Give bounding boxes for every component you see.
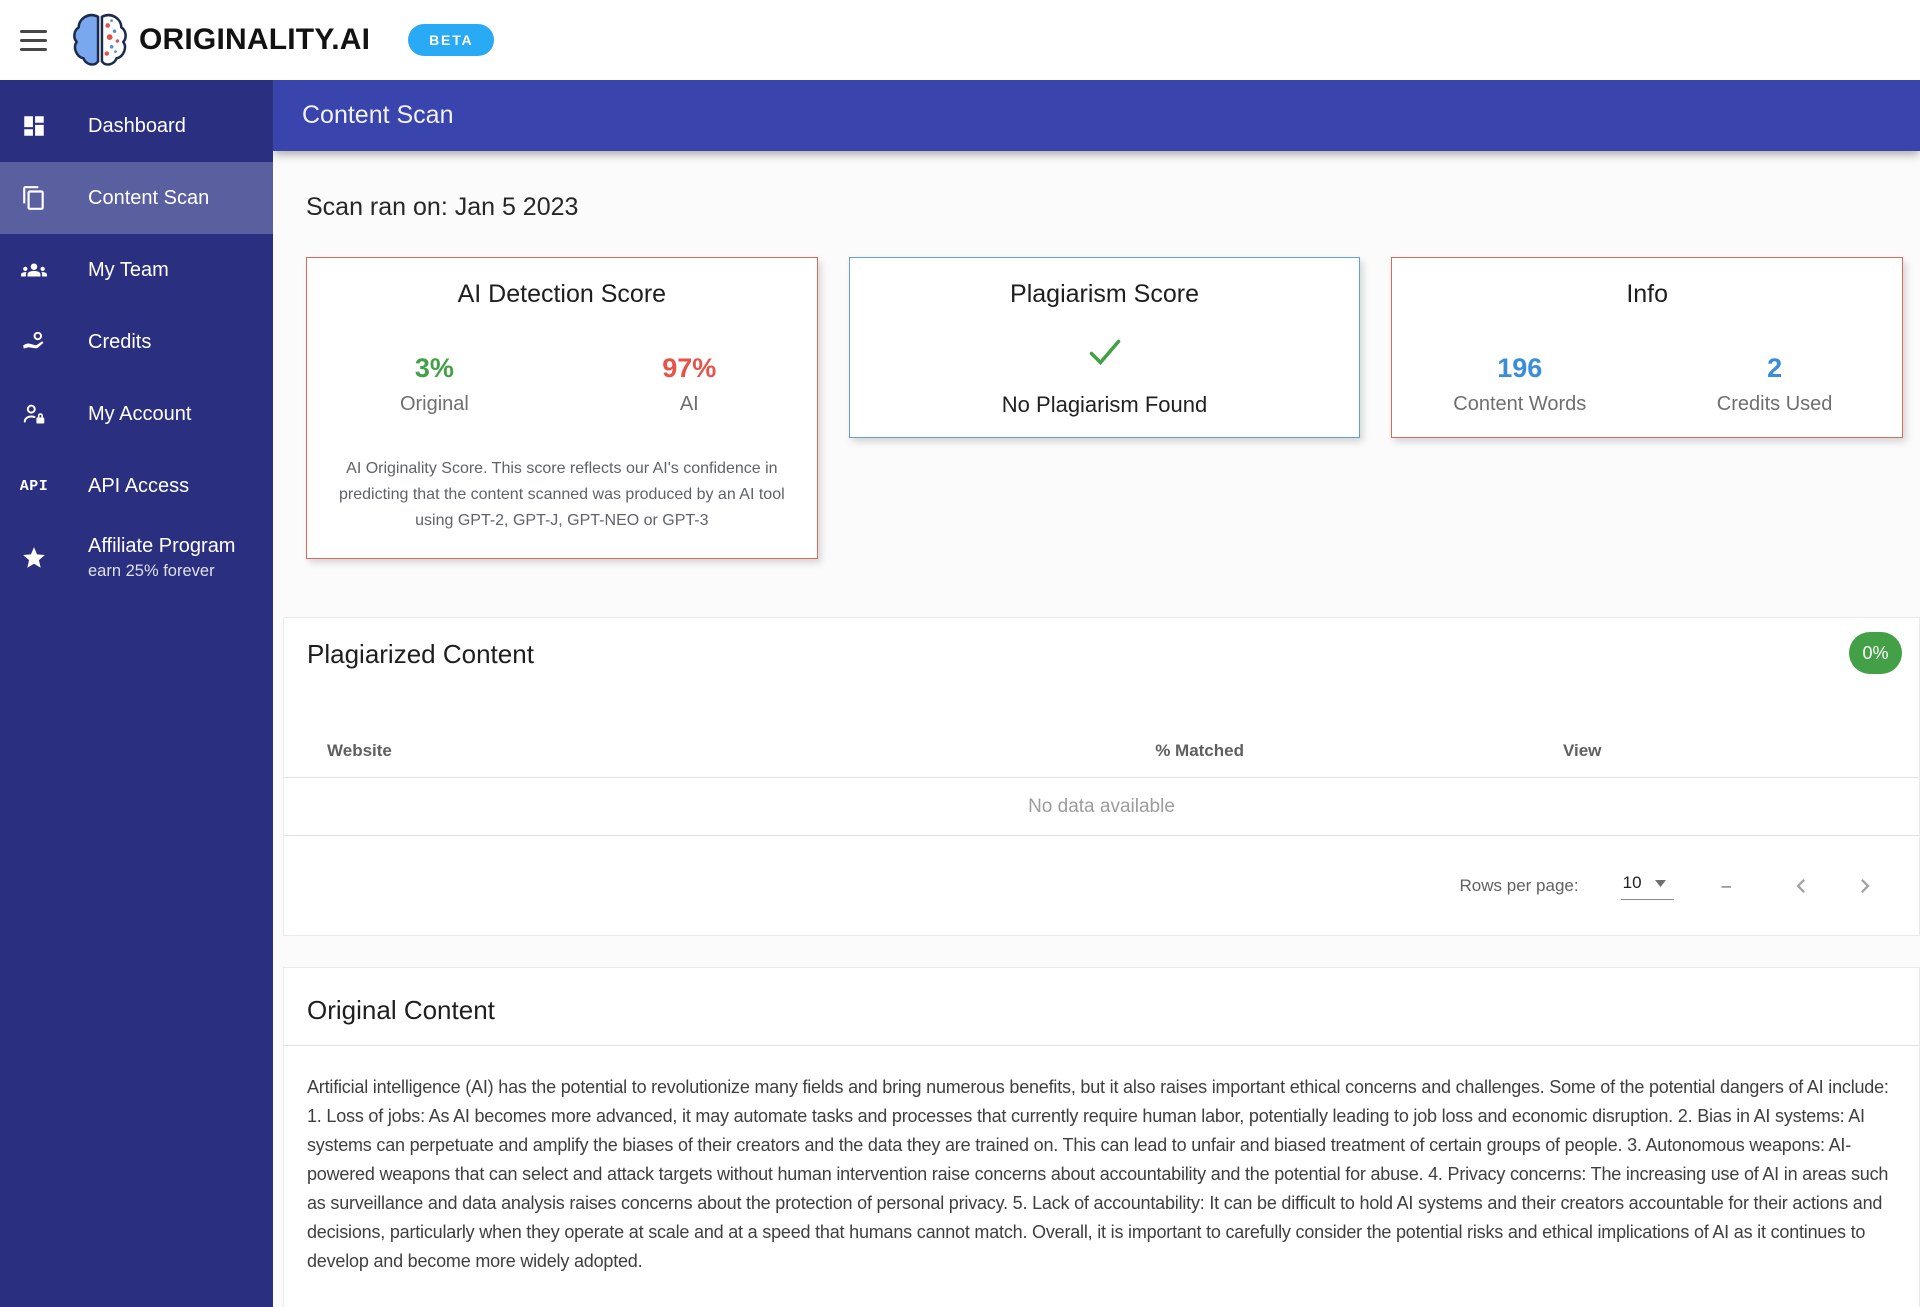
score-cards: AI Detection Score 3% Original 97% AI AI… xyxy=(306,257,1904,559)
hand-coin-icon xyxy=(21,329,47,355)
table-pagination: Rows per page: 10 – xyxy=(284,836,1919,935)
original-content-title: Original Content xyxy=(307,994,495,1025)
checkmark-icon xyxy=(850,337,1360,372)
next-page-button[interactable] xyxy=(1851,872,1879,900)
credits-used-stat: 2 Credits Used xyxy=(1716,353,1833,415)
ai-detection-title: AI Detection Score xyxy=(457,280,667,308)
beta-badge: BETA xyxy=(408,24,495,56)
sidebar-nav: Dashboard Content Scan My Team Credits M… xyxy=(0,80,273,1307)
page-title: Content Scan xyxy=(302,101,454,129)
affiliate-sublabel: earn 25% forever xyxy=(88,562,215,580)
column-matched: % Matched xyxy=(1155,741,1244,760)
plagiarism-card: Plagiarism Score No Plagiarism Found xyxy=(848,257,1361,438)
affiliate-label: Affiliate Program xyxy=(88,535,236,557)
sidebar-item-my-team[interactable]: My Team xyxy=(0,234,273,306)
plagiarism-title: Plagiarism Score xyxy=(1010,280,1199,308)
api-icon: API xyxy=(19,477,49,495)
scan-date: Scan ran on: Jan 5 2023 xyxy=(306,193,579,221)
page-range: – xyxy=(1721,875,1731,895)
main-content: Content Scan Scan ran on: Jan 5 2023 AI … xyxy=(273,80,1920,1307)
dashboard-icon xyxy=(21,113,47,139)
account-lock-icon xyxy=(21,401,47,427)
star-icon xyxy=(21,545,47,571)
plagiarized-content-title: Plagiarized Content xyxy=(307,639,534,669)
group-icon xyxy=(21,257,47,283)
plagiarism-percent-badge: 0% xyxy=(1849,632,1902,674)
ai-detection-card: AI Detection Score 3% Original 97% AI AI… xyxy=(306,257,818,559)
brain-logo-icon xyxy=(73,13,127,66)
ai-score: 97% AI xyxy=(662,353,717,415)
sidebar-item-my-account[interactable]: My Account xyxy=(0,378,273,450)
brand-name: ORIGINALITY.AI xyxy=(139,23,371,56)
content-words-stat: 196 Content Words xyxy=(1453,353,1587,415)
sidebar-item-api-access[interactable]: API API Access xyxy=(0,450,273,522)
chevron-down-icon xyxy=(1654,879,1666,887)
rows-per-page-select[interactable]: 10 xyxy=(1620,871,1674,900)
sidebar-item-content-scan[interactable]: Content Scan xyxy=(0,162,273,234)
table-empty-message: No data available xyxy=(284,778,1919,836)
original-content-panel: Original Content Artificial intelligence… xyxy=(283,967,1920,1307)
info-card: Info 196 Content Words 2 Credits Used xyxy=(1391,257,1904,438)
ai-score-footnote: AI Originality Score. This score reflect… xyxy=(339,460,785,529)
plagiarized-content-panel: Plagiarized Content 0% Website % Matched… xyxy=(283,617,1920,936)
original-score: 3% Original xyxy=(399,353,469,415)
info-title: Info xyxy=(1626,280,1669,308)
previous-page-button[interactable] xyxy=(1787,872,1815,900)
plagiarized-table-header: Website % Matched View xyxy=(284,726,1919,778)
plagiarism-status: No Plagiarism Found xyxy=(1001,392,1208,417)
original-content-body: Artificial intelligence (AI) has the pot… xyxy=(307,1077,1889,1271)
column-view: View xyxy=(1562,741,1602,760)
sidebar-item-affiliate-program[interactable]: Affiliate Program earn 25% forever xyxy=(0,522,273,594)
top-header: ORIGINALITY.AI BETA xyxy=(0,0,1920,80)
rows-per-page-label: Rows per page: xyxy=(1459,875,1579,895)
page-appbar: Content Scan xyxy=(273,80,1920,151)
sidebar-item-credits[interactable]: Credits xyxy=(0,306,273,378)
sidebar-item-dashboard[interactable]: Dashboard xyxy=(0,90,273,162)
app-root: ORIGINALITY.AI BETA Dashboard Content Sc… xyxy=(0,0,1920,1307)
hamburger-menu-icon[interactable] xyxy=(20,29,47,51)
copy-icon xyxy=(21,185,47,211)
column-website: Website xyxy=(327,741,392,760)
